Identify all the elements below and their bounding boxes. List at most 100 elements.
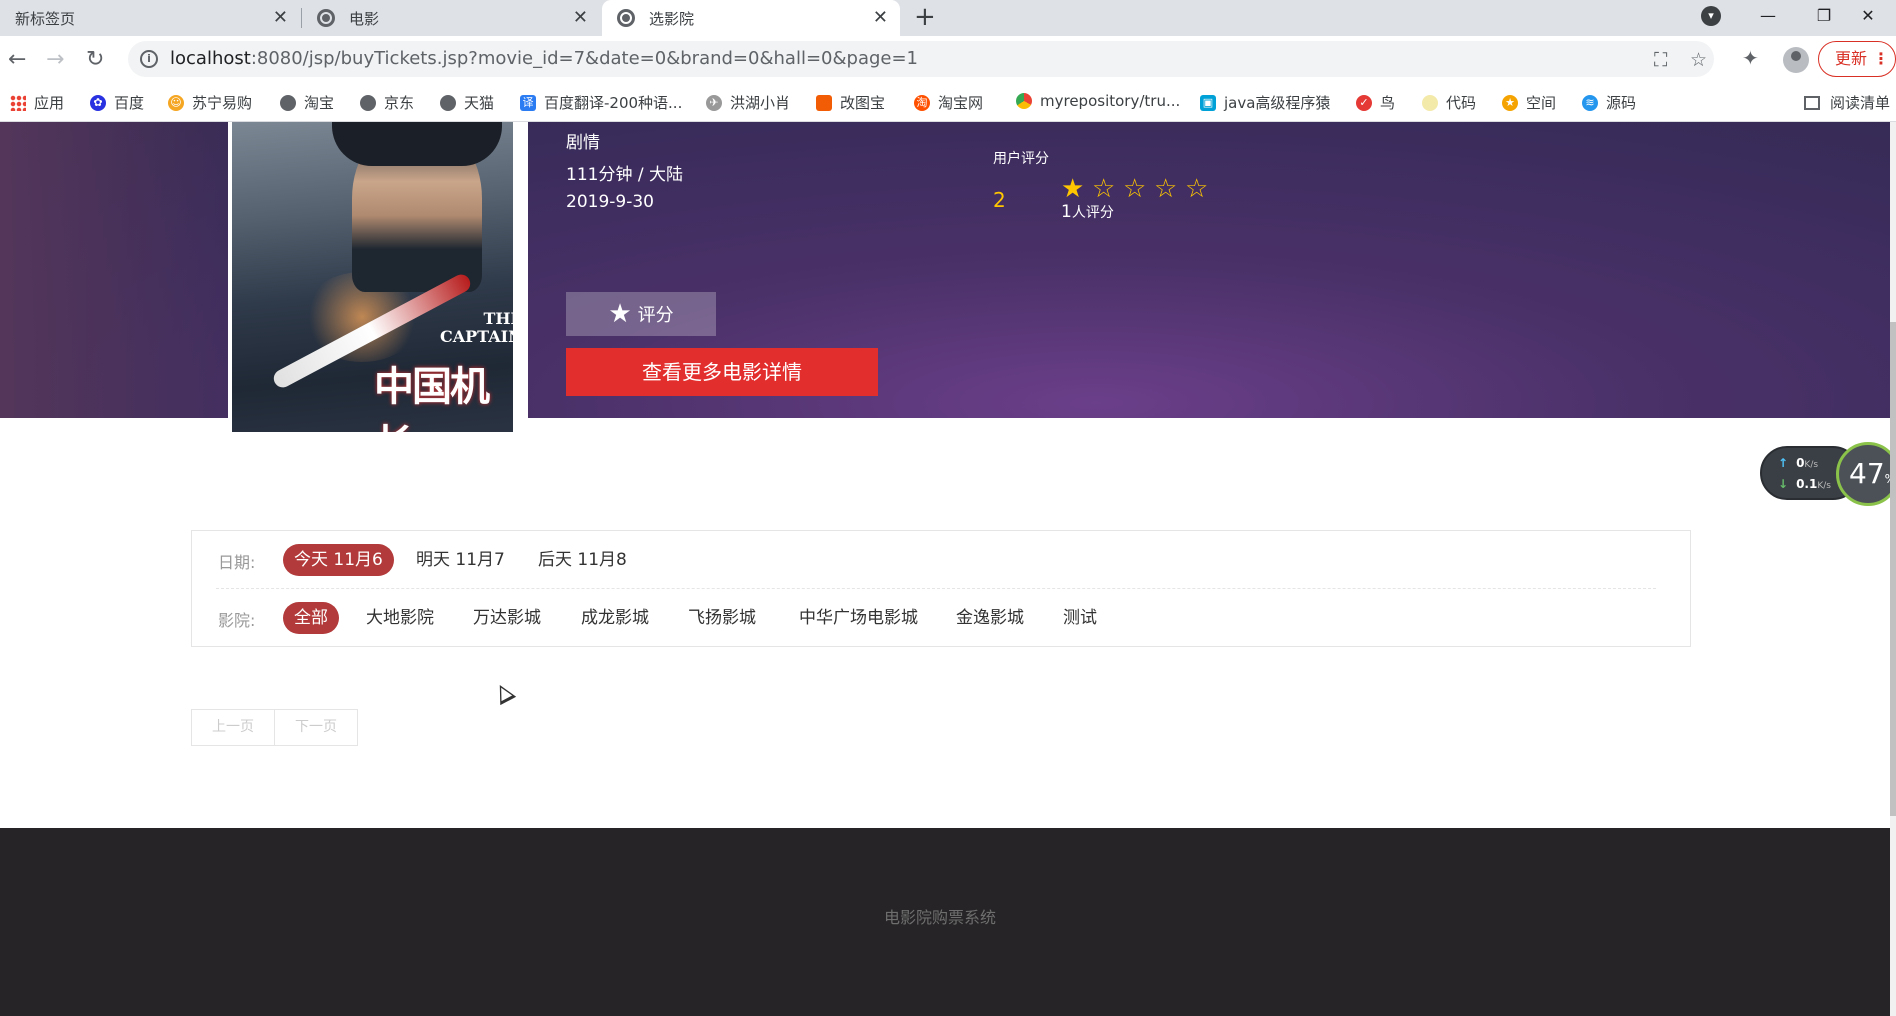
cinema-chip-dadi[interactable]: 大地影院 [355,602,445,634]
close-icon[interactable]: ✕ [873,8,888,28]
tab-title: 选影院 [649,9,695,28]
bookmark-baidu-translate[interactable]: 译百度翻译-200种语... [520,92,682,113]
rating-score: 2 [993,188,1006,212]
bookmark-gaitubao[interactable]: 改图宝 [816,92,885,113]
cinema-filter-row: 影院: 全部 大地影院 万达影城 成龙影城 飞扬影城 中华广场电影城 金逸影城 … [192,589,1690,647]
bookmark-honghu[interactable]: ✈ 洪湖小肖 [706,92,790,113]
site-info-icon[interactable]: i [140,50,158,68]
bookmark-source[interactable]: ≋ 源码 [1582,92,1636,113]
url-text[interactable]: localhost:8080/jsp/buyTickets.jsp?movie_… [170,48,918,69]
date-chip-today[interactable]: 今天 11月6 [283,544,394,576]
scrollbar-thumb[interactable] [1890,322,1896,816]
chrome-icon [1016,93,1032,109]
tab-movies[interactable]: 电影 ✕ [302,0,600,36]
date-filter-row: 日期: 今天 11月6 明天 11月7 后天 11月8 [192,531,1690,589]
bookmark-taobao-net[interactable]: 淘淘宝网 [914,92,983,113]
bookmark-apps[interactable]: 应用 [10,92,64,113]
star-filled-icon: ★ [1061,174,1085,204]
star-empty-icon: ☆ [1154,174,1178,204]
bookmark-code[interactable]: 代码 [1422,92,1476,113]
rating-stars: ★ ☆ ☆ ☆ ☆ [1061,174,1216,204]
prev-page-button[interactable]: 上一页 [191,709,275,746]
bookmark-taobao[interactable]: 淘宝 [280,92,334,113]
bookmark-jd[interactable]: 京东 [360,92,414,113]
upload-arrow-icon: ↑ [1778,456,1789,470]
movie-poster[interactable]: THE CAPTAIN 中国机长 [232,122,513,432]
bookmark-myrepository[interactable]: myrepository/tru... [1016,92,1180,110]
close-icon[interactable]: ✕ [573,8,588,28]
reading-list-label: 阅读清单 [1830,94,1891,112]
cinema-chip-chenglong[interactable]: 成龙影城 [570,602,660,634]
reading-list-icon [1804,95,1820,110]
url-host: localhost [170,48,251,69]
poster-title-cn: 中国机长 [374,364,490,432]
download-value: 0.1 [1796,477,1818,491]
bookmark-star-icon[interactable]: ☆ [1690,49,1707,71]
reading-list[interactable]: 阅读清单 [1804,92,1890,113]
rate-button[interactable]: ★ 评分 [566,292,716,336]
page-scrollbar[interactable] [1890,122,1896,1016]
bookmark-suning[interactable]: ☺ 苏宁易购 [168,92,252,113]
bookmark-space[interactable]: ★ 空间 [1502,92,1556,113]
upload-speed: ↑ 0K/s [1778,456,1818,470]
reload-icon[interactable]: ↻ [86,48,104,72]
bookmark-label: 淘宝 [304,94,335,112]
bookmark-niao[interactable]: ✓ 鸟 [1356,92,1395,113]
tab-search-chevron-icon[interactable]: ▾ [1701,6,1721,26]
bookmark-java[interactable]: ▣ java高级程序猿 [1200,92,1330,113]
footer-text: 电影院购票系统 [883,908,996,927]
cinema-chip-all[interactable]: 全部 [283,602,339,634]
translate-icon[interactable]: ⛶ [1654,49,1667,71]
star-icon: ★ [608,299,632,329]
next-page-button[interactable]: 下一页 [274,709,358,746]
forward-arrow-icon[interactable]: → [46,48,64,72]
menu-dots-icon[interactable]: ⋮ [1873,42,1889,76]
translate-icon: 译 [520,94,536,111]
movie-duration-region: 111分钟 / 大陆 [566,165,683,185]
tab-new-tab[interactable]: 新标签页 ✕ [0,0,300,36]
apps-grid-icon [10,94,26,111]
bookmark-label: 空间 [1526,94,1557,112]
tab-select-cinema[interactable]: 选影院 ✕ [602,0,900,36]
download-unit: K/s [1817,481,1831,491]
network-speed-widget[interactable]: ↑0K/s ↓0.1K/s 47% [1760,442,1890,506]
bookmark-label: java高级程序猿 [1224,94,1331,112]
poster-frame: THE CAPTAIN 中国机长 [228,122,528,436]
date-filter-label: 日期: [218,553,256,572]
new-tab-plus-icon[interactable]: + [914,2,936,32]
date-chip-tomorrow[interactable]: 明天 11月7 [405,544,516,576]
update-button[interactable]: 更新 ⋮ [1818,41,1896,77]
bookmark-label: 百度翻译-200种语... [544,94,683,112]
mouse-cursor-icon [491,680,517,706]
baidu-paw-icon: ✿ [90,94,106,111]
page-footer: 电影院购票系统 [0,828,1890,1016]
cinema-chip-wanda[interactable]: 万达影城 [462,602,552,634]
pagination: 上一页 下一页 [191,709,358,746]
bird-icon: ✈ [706,94,722,111]
poster-cap [332,122,502,166]
movie-genre: 剧情 [566,133,600,153]
gaitubao-icon [816,94,832,111]
docker-icon: ≋ [1582,94,1598,111]
bookmark-tmall[interactable]: 天猫 [440,92,494,113]
star-empty-icon: ☆ [1092,174,1116,204]
bookmark-baidu[interactable]: ✿ 百度 [90,92,144,113]
back-arrow-icon[interactable]: ← [8,48,26,72]
cinema-chip-jinyi[interactable]: 金逸影城 [945,602,1035,634]
code-icon [1422,94,1438,111]
download-speed: ↓ 0.1K/s [1778,477,1831,491]
extensions-puzzle-icon[interactable]: ✦ [1742,46,1759,70]
date-chip-day-after[interactable]: 后天 11月8 [527,544,638,576]
upload-unit: K/s [1804,460,1819,470]
cinema-chip-test[interactable]: 测试 [1052,602,1108,634]
close-icon[interactable]: ✕ [273,8,288,28]
window-close-icon[interactable]: ✕ [1840,0,1896,30]
cinema-chip-feiyang[interactable]: 飞扬影城 [677,602,767,634]
more-details-button[interactable]: 查看更多电影详情 [566,348,878,396]
page-viewport: THE CAPTAIN 中国机长 剧情 111分钟 / 大陆 2019-9-30… [0,122,1890,1016]
cinema-chip-zhonghua[interactable]: 中华广场电影城 [788,602,929,634]
address-bar[interactable]: i localhost:8080/jsp/buyTickets.jsp?movi… [128,41,1714,77]
bookmark-label: 改图宝 [840,94,886,112]
minimize-icon[interactable]: — [1740,0,1796,30]
profile-avatar[interactable] [1783,47,1809,73]
